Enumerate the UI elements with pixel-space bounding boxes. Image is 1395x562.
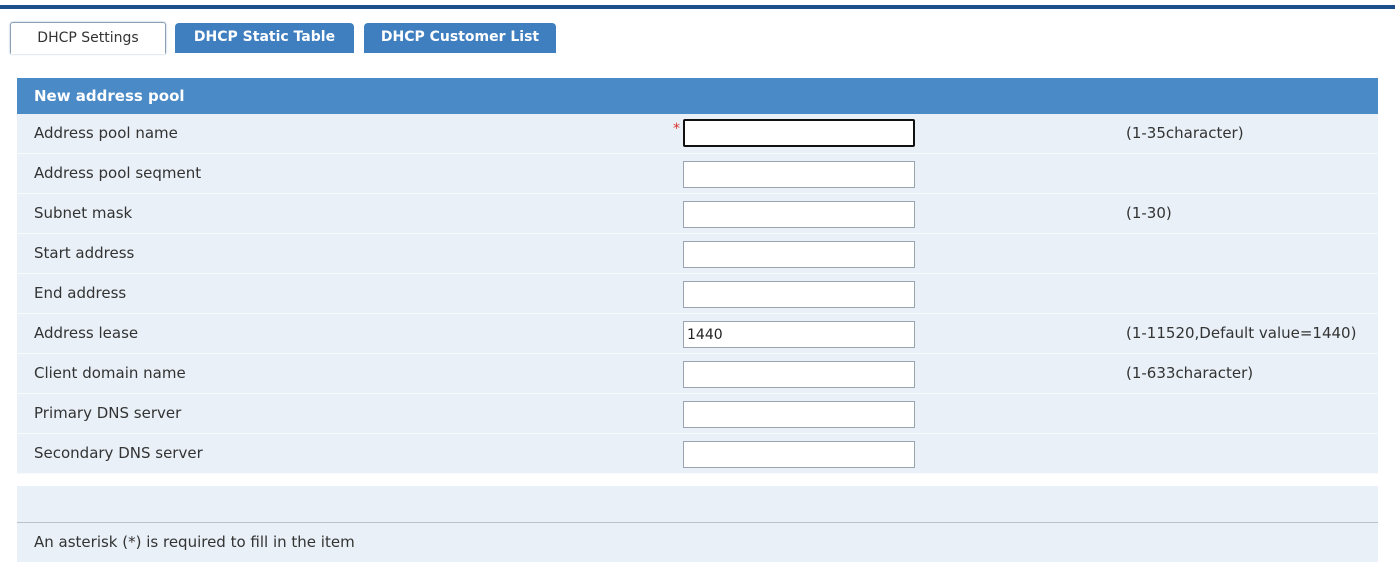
primary-dns-input[interactable] bbox=[683, 401, 915, 428]
field-label: Start address bbox=[34, 244, 135, 262]
field-hint: (1-35character) bbox=[1126, 124, 1244, 142]
address-lease-input[interactable] bbox=[683, 321, 915, 348]
tab-dhcp-customer-list[interactable]: DHCP Customer List bbox=[364, 23, 556, 53]
form-row-start-address: Start address bbox=[17, 234, 1378, 274]
required-asterisk: * bbox=[673, 121, 680, 137]
field-label: Address pool seqment bbox=[34, 164, 202, 182]
field-hint: (1-11520,Default value=1440) bbox=[1126, 324, 1357, 342]
field-label: Primary DNS server bbox=[34, 404, 182, 422]
field-label: Secondary DNS server bbox=[34, 444, 203, 462]
form-row-end-address: End address bbox=[17, 274, 1378, 314]
form-row-address-lease: Address lease (1-11520,Default value=144… bbox=[17, 314, 1378, 354]
form-row-address-pool-name: Address pool name * (1-35character) bbox=[17, 114, 1378, 154]
required-note: An asterisk (*) is required to fill in t… bbox=[34, 533, 355, 551]
form-row-client-domain-name: Client domain name (1-633character) bbox=[17, 354, 1378, 394]
field-label: Address pool name bbox=[34, 124, 178, 142]
form-row-primary-dns: Primary DNS server bbox=[17, 394, 1378, 434]
tab-strip: DHCP Settings DHCP Static Table DHCP Cus… bbox=[0, 9, 1395, 54]
footer-divider bbox=[17, 522, 1378, 523]
field-label: Subnet mask bbox=[34, 204, 133, 222]
address-pool-name-input[interactable] bbox=[683, 119, 915, 147]
field-hint: (1-30) bbox=[1126, 204, 1172, 222]
tab-dhcp-static-table[interactable]: DHCP Static Table bbox=[175, 23, 354, 53]
end-address-input[interactable] bbox=[683, 281, 915, 308]
field-label: Client domain name bbox=[34, 364, 186, 382]
field-hint: (1-633character) bbox=[1126, 364, 1254, 382]
secondary-dns-input[interactable] bbox=[683, 441, 915, 468]
form-row-subnet-mask: Subnet mask (1-30) bbox=[17, 194, 1378, 234]
address-pool-form: New address pool Address pool name * (1-… bbox=[17, 78, 1378, 474]
form-row-address-pool-segment: Address pool seqment bbox=[17, 154, 1378, 194]
field-label: Address lease bbox=[34, 324, 139, 342]
form-row-secondary-dns: Secondary DNS server bbox=[17, 434, 1378, 474]
client-domain-name-input[interactable] bbox=[683, 361, 915, 388]
form-header: New address pool bbox=[17, 78, 1378, 114]
tab-dhcp-settings[interactable]: DHCP Settings bbox=[10, 22, 166, 54]
field-label: End address bbox=[34, 284, 127, 302]
form-footer: An asterisk (*) is required to fill in t… bbox=[17, 486, 1378, 562]
address-pool-segment-input[interactable] bbox=[683, 161, 915, 188]
start-address-input[interactable] bbox=[683, 241, 915, 268]
subnet-mask-input[interactable] bbox=[683, 201, 915, 228]
